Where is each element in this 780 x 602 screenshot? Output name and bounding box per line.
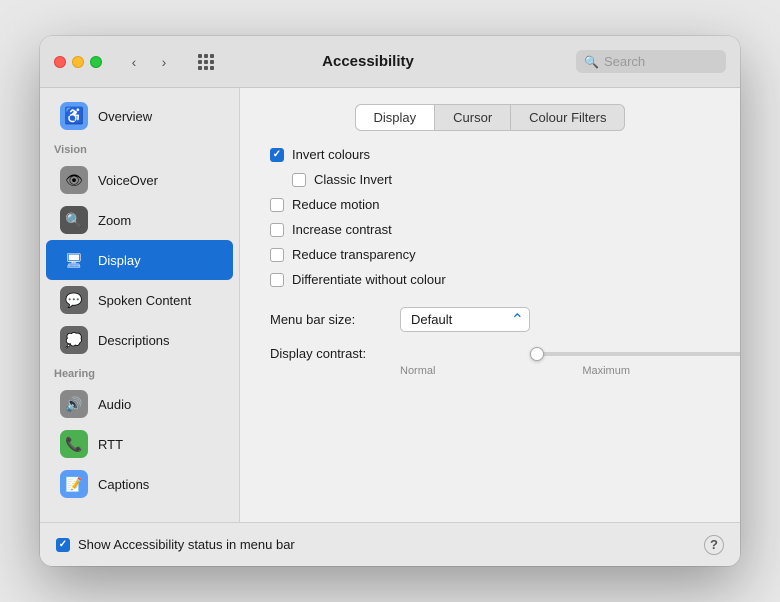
search-input[interactable] (604, 54, 718, 69)
sidebar-item-spoken-content[interactable]: 💬 Spoken Content (46, 280, 233, 320)
display-contrast-label: Display contrast: (270, 346, 390, 361)
sidebar-item-label: Spoken Content (98, 293, 191, 308)
sidebar-item-overview[interactable]: ♿ Overview (46, 96, 233, 136)
back-button[interactable]: ‹ (120, 48, 148, 76)
sidebar-item-label: RTT (98, 437, 123, 452)
sidebar-item-voiceover[interactable]: 👁 VoiceOver (46, 160, 233, 200)
search-icon: 🔍 (584, 55, 599, 69)
slider-container (530, 352, 740, 356)
checkbox-label-show-accessibility-status: Show Accessibility status in menu bar (78, 537, 295, 552)
checkbox-label-reduce-transparency: Reduce transparency (292, 247, 416, 262)
sidebar-item-audio[interactable]: 🔊 Audio (46, 384, 233, 424)
help-button[interactable]: ? (704, 535, 724, 555)
overview-icon: ♿ (60, 102, 88, 130)
sidebar-item-label: Descriptions (98, 333, 170, 348)
checkbox-show-accessibility-status[interactable] (56, 538, 70, 552)
bottom-bar: Show Accessibility status in menu bar ? (40, 522, 740, 566)
checkbox-classic-invert[interactable] (292, 173, 306, 187)
sidebar-item-descriptions[interactable]: 💭 Descriptions (46, 320, 233, 360)
checkbox-reduce-transparency[interactable] (270, 248, 284, 262)
tab-display[interactable]: Display (355, 104, 436, 131)
tab-bar: Display Cursor Colour Filters (260, 104, 720, 131)
traffic-lights (54, 56, 102, 68)
slider-max-label: Maximum (582, 365, 630, 377)
tab-colour-filters[interactable]: Colour Filters (511, 104, 625, 131)
rtt-icon: 📞 (60, 430, 88, 458)
display-contrast-row: Display contrast: Normal Maximum (260, 346, 720, 377)
slider-label-row: Display contrast: (270, 346, 720, 361)
menu-bar-size-row: Menu bar size: Default Large ⌃ (260, 307, 720, 332)
search-bar[interactable]: 🔍 (576, 50, 726, 73)
sidebar-section-vision: Vision (40, 136, 239, 160)
checkbox-invert-colours[interactable] (270, 148, 284, 162)
display-contrast-slider[interactable] (530, 352, 740, 356)
sidebar-item-label: Audio (98, 397, 131, 412)
display-icon: 🖥 (60, 246, 88, 274)
voiceover-icon: 👁 (60, 166, 88, 194)
slider-labels: Normal Maximum (400, 365, 630, 377)
checkbox-reduce-motion[interactable] (270, 198, 284, 212)
checkbox-increase-contrast[interactable] (270, 223, 284, 237)
sidebar-item-display[interactable]: 🖥 Display (46, 240, 233, 280)
checkbox-label-classic-invert: Classic Invert (314, 172, 392, 187)
tab-cursor[interactable]: Cursor (435, 104, 511, 131)
sidebar-item-label: Zoom (98, 213, 131, 228)
minimize-button[interactable] (72, 56, 84, 68)
checkbox-row-invert-colours: Invert colours (270, 147, 720, 162)
slider-min-label: Normal (400, 365, 435, 377)
titlebar: ‹ › Accessibility 🔍 (40, 36, 740, 88)
close-button[interactable] (54, 56, 66, 68)
descriptions-icon: 💭 (60, 326, 88, 354)
maximize-button[interactable] (90, 56, 102, 68)
menu-bar-size-select-wrapper: Default Large ⌃ (400, 307, 530, 332)
checkbox-row-reduce-transparency: Reduce transparency (270, 247, 720, 262)
sidebar: ♿ Overview Vision 👁 VoiceOver 🔍 Zoom 🖥 D… (40, 88, 240, 522)
checkbox-row-reduce-motion: Reduce motion (270, 197, 720, 212)
sidebar-section-hearing: Hearing (40, 360, 239, 384)
menu-bar-size-select[interactable]: Default Large (400, 307, 530, 332)
bottom-checkbox-row: Show Accessibility status in menu bar (56, 537, 295, 552)
main-content: ♿ Overview Vision 👁 VoiceOver 🔍 Zoom 🖥 D… (40, 88, 740, 522)
menu-bar-size-label: Menu bar size: (270, 312, 390, 327)
checkbox-label-invert-colours: Invert colours (292, 147, 370, 162)
sidebar-item-zoom[interactable]: 🔍 Zoom (46, 200, 233, 240)
window-title: Accessibility (170, 53, 566, 70)
audio-icon: 🔊 (60, 390, 88, 418)
checkbox-label-differentiate-colour: Differentiate without colour (292, 272, 446, 287)
checkbox-group: Invert colours Classic Invert Reduce mot… (260, 147, 720, 287)
zoom-icon: 🔍 (60, 206, 88, 234)
sidebar-item-captions[interactable]: 📝 Captions (46, 464, 233, 504)
sidebar-item-label: Captions (98, 477, 149, 492)
checkbox-label-increase-contrast: Increase contrast (292, 222, 392, 237)
content-area: Display Cursor Colour Filters Invert col… (240, 88, 740, 522)
sidebar-item-label: Display (98, 253, 141, 268)
sidebar-item-rtt[interactable]: 📞 RTT (46, 424, 233, 464)
checkbox-row-classic-invert: Classic Invert (270, 172, 720, 187)
checkbox-row-increase-contrast: Increase contrast (270, 222, 720, 237)
main-window: ‹ › Accessibility 🔍 ♿ Overview Vision (40, 36, 740, 566)
captions-icon: 📝 (60, 470, 88, 498)
spoken-content-icon: 💬 (60, 286, 88, 314)
checkbox-label-reduce-motion: Reduce motion (292, 197, 379, 212)
checkbox-differentiate-colour[interactable] (270, 273, 284, 287)
sidebar-item-label: VoiceOver (98, 173, 158, 188)
checkbox-row-differentiate-colour: Differentiate without colour (270, 272, 720, 287)
sidebar-item-label: Overview (98, 109, 152, 124)
